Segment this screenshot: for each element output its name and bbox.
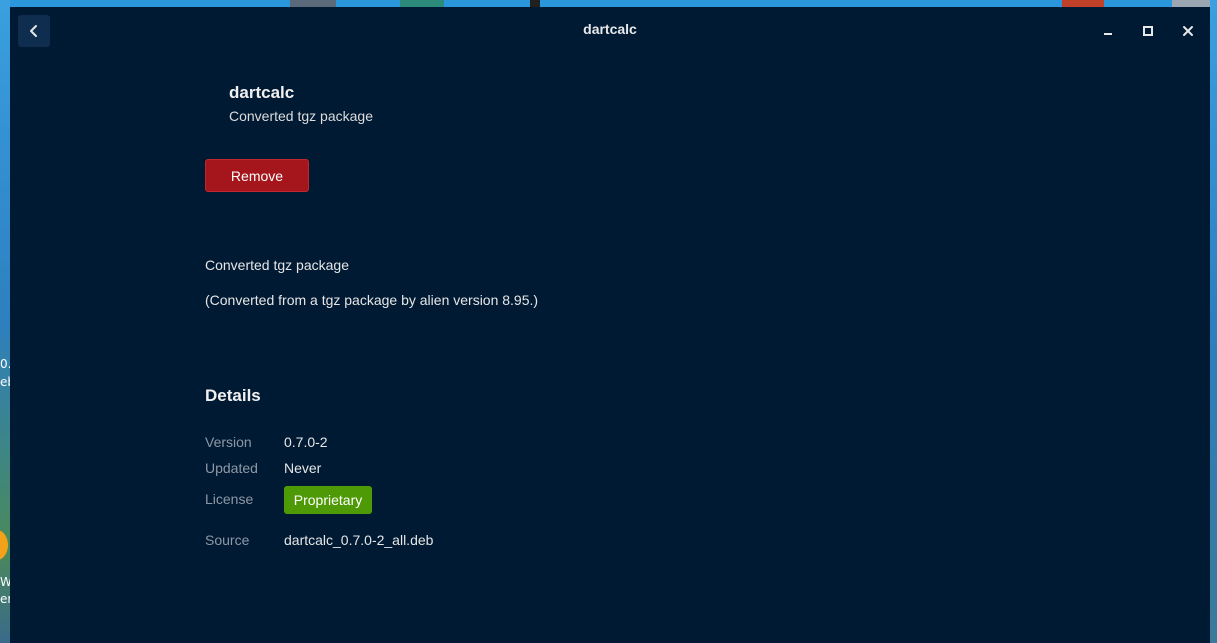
desktop-background-top — [0, 0, 1217, 7]
title-bar[interactable]: dartcalc — [10, 7, 1210, 53]
close-button[interactable] — [1176, 19, 1200, 43]
details-heading: Details — [205, 386, 261, 405]
license-label: License — [205, 491, 254, 507]
app-window: dartcalc dartcalc Converted tgz package … — [10, 7, 1210, 643]
remove-button[interactable]: Remove — [205, 159, 309, 192]
maximize-icon — [1143, 26, 1153, 36]
desktop-app-icon — [400, 0, 444, 7]
version-value: 0.7.0-2 — [284, 434, 328, 450]
source-value: dartcalc_0.7.0-2_all.deb — [284, 532, 434, 548]
desktop-app-icon — [290, 0, 336, 7]
maximize-button[interactable] — [1136, 19, 1160, 43]
app-name: dartcalc — [229, 83, 295, 102]
minimize-button[interactable] — [1096, 19, 1120, 43]
desktop-app-icon — [530, 0, 540, 7]
desktop-app-icon — [1172, 0, 1212, 7]
close-icon — [1183, 26, 1193, 36]
updated-value: Never — [284, 460, 322, 476]
license-badge[interactable]: Proprietary — [284, 486, 372, 514]
app-summary: Converted tgz package — [229, 108, 373, 124]
source-label: Source — [205, 532, 250, 548]
updated-label: Updated — [205, 460, 258, 476]
desktop-background-right — [1210, 0, 1217, 643]
description-text: (Converted from a tgz package by alien v… — [205, 292, 539, 308]
window-title: dartcalc — [583, 21, 637, 37]
minimize-icon — [1104, 33, 1112, 35]
desktop-app-icon — [1062, 0, 1104, 7]
version-label: Version — [205, 434, 252, 450]
description-text: Converted tgz package — [205, 257, 349, 273]
